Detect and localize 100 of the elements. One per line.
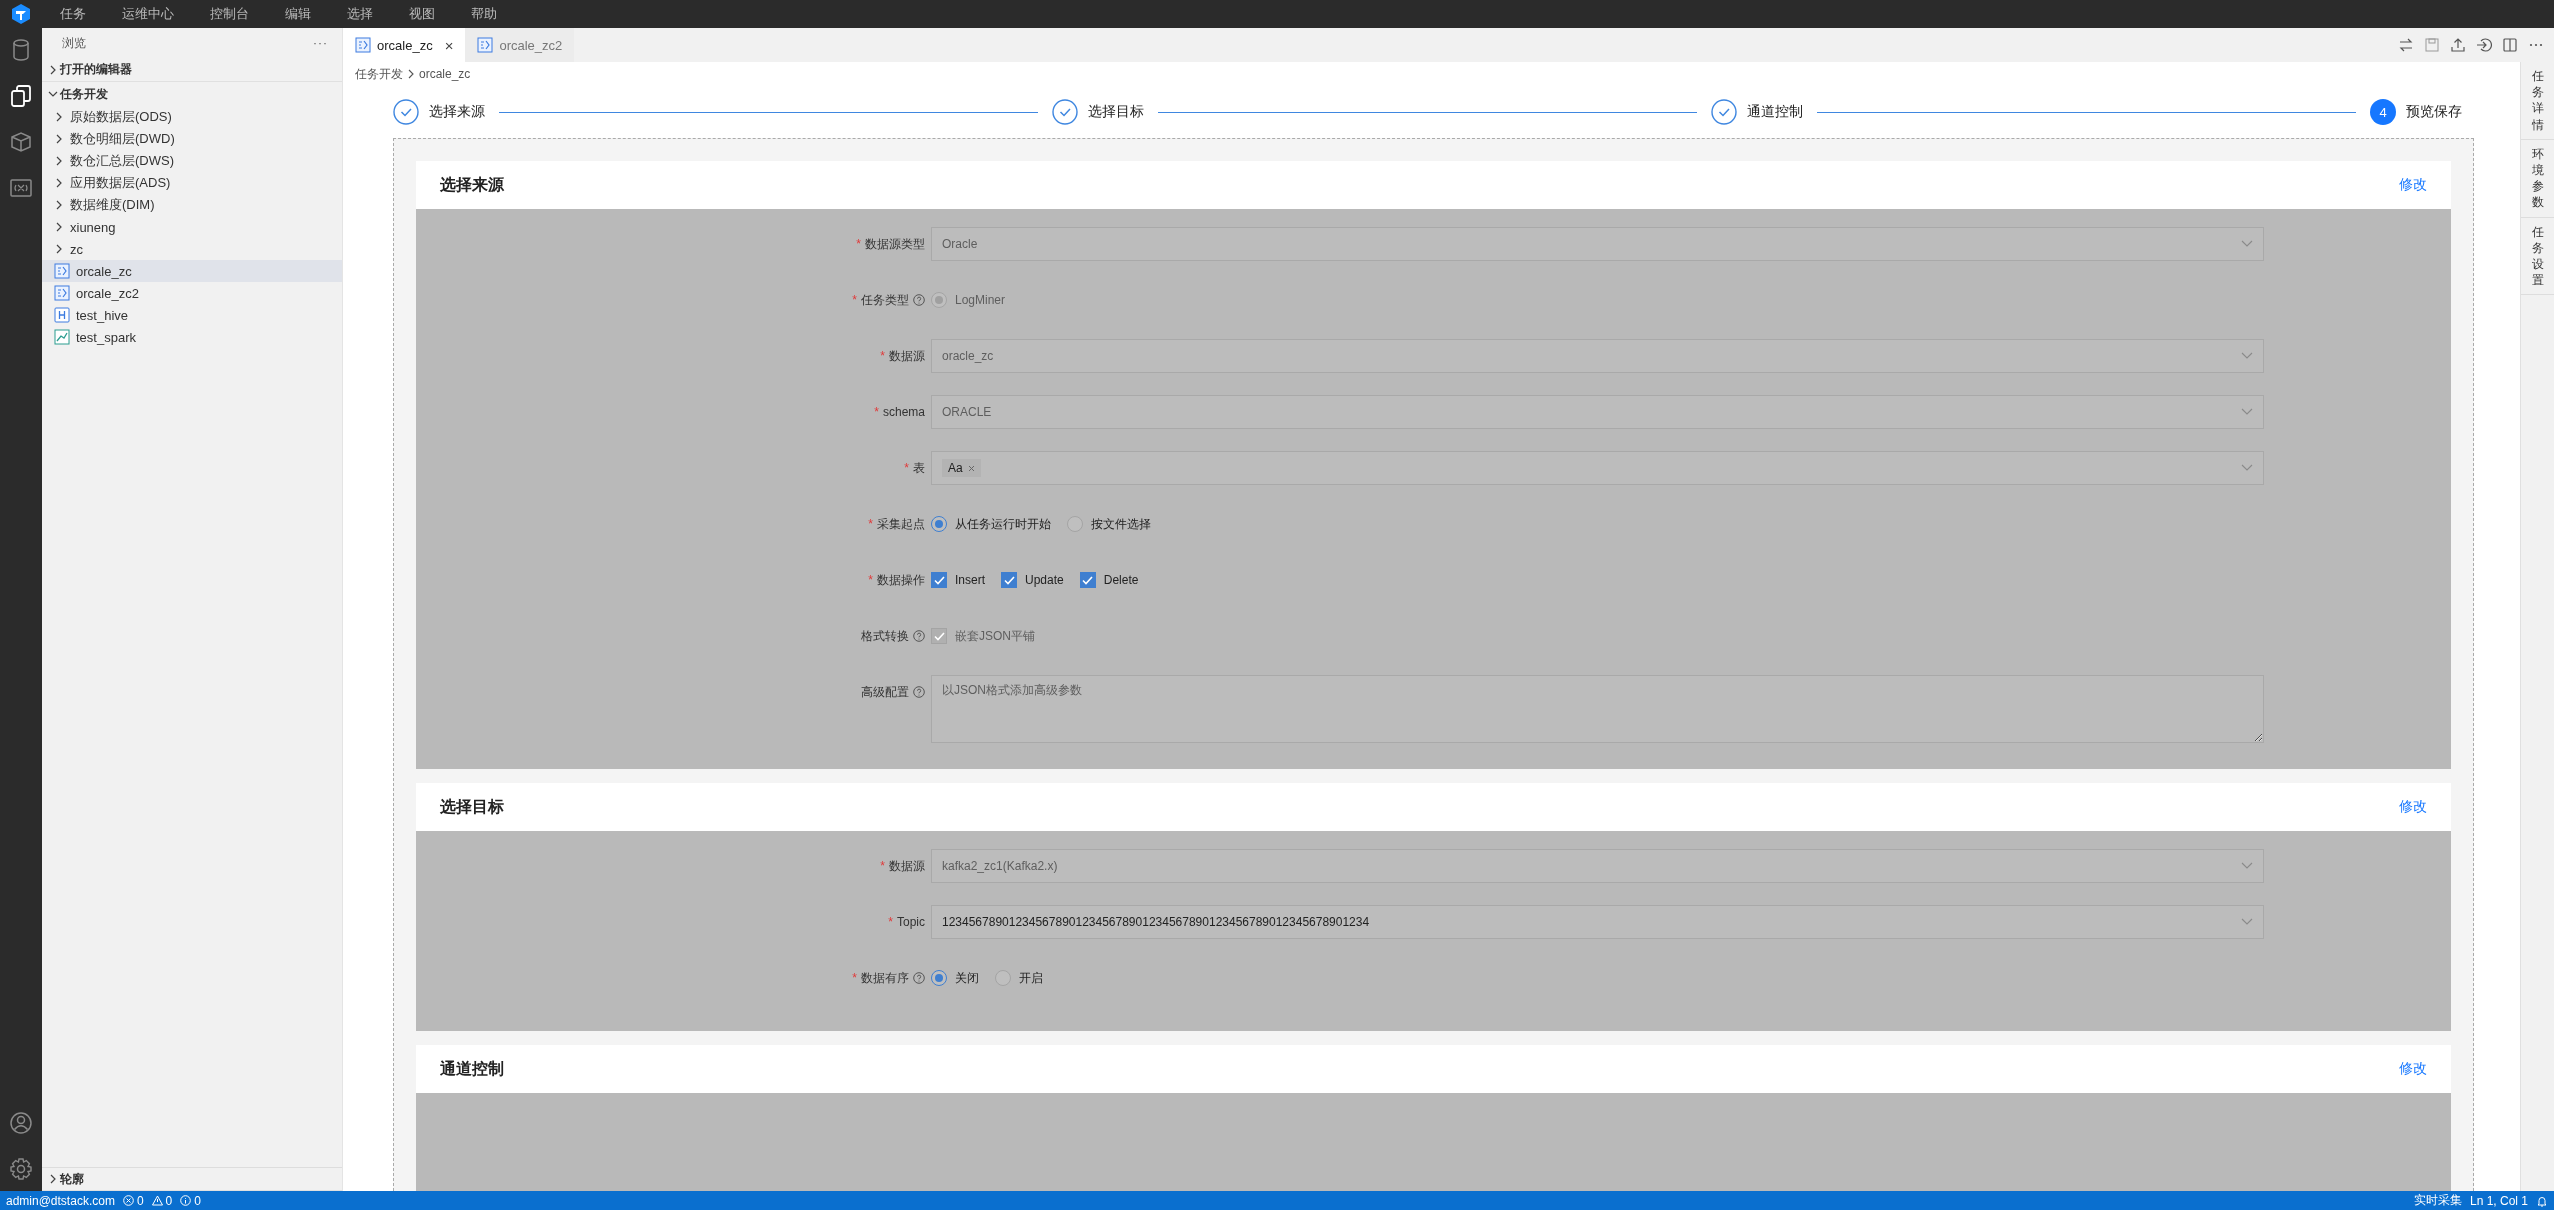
- dropdown-caret-icon: [2241, 464, 2253, 472]
- breadcrumb-item[interactable]: 任务开发: [355, 65, 403, 83]
- close-icon[interactable]: ×: [444, 36, 454, 54]
- logo-icon: [10, 3, 32, 25]
- chevron-icon[interactable]: [54, 156, 64, 166]
- more-button[interactable]: ···: [313, 36, 328, 50]
- menu-item[interactable]: 选择: [329, 5, 391, 23]
- radio-option[interactable]: 从任务运行时开始: [931, 515, 1051, 533]
- check-icon: [933, 631, 945, 641]
- section-header[interactable]: 任务开发: [60, 85, 108, 103]
- required-mark: *: [880, 859, 885, 873]
- tree-item[interactable]: zc: [42, 238, 342, 260]
- count: 0: [165, 1193, 173, 1208]
- checkbox-option[interactable]: Update: [1001, 572, 1064, 588]
- editor-tab[interactable]: orcale_zc2: [465, 28, 575, 62]
- radio-option[interactable]: 关闭: [931, 969, 979, 987]
- chevron-icon[interactable]: [54, 134, 64, 144]
- radio-option[interactable]: 按文件选择: [1067, 515, 1151, 533]
- settings-icon[interactable]: [9, 1157, 33, 1181]
- required-mark: *: [852, 971, 857, 985]
- account-icon[interactable]: [9, 1111, 33, 1135]
- split-view-icon[interactable]: [2502, 37, 2518, 53]
- field-label: 高级配置: [861, 683, 909, 701]
- status-mode: 实时采集: [2413, 1192, 2462, 1209]
- chevron-icon[interactable]: [48, 64, 58, 75]
- tree-item[interactable]: 数仓明细层(DWD): [42, 128, 342, 150]
- tree-item[interactable]: test_spark: [42, 326, 342, 348]
- field-label: 数据源: [889, 857, 925, 875]
- edit-link[interactable]: 修改: [2399, 798, 2427, 816]
- dropdown-caret-icon: [2241, 240, 2253, 248]
- chevron-icon[interactable]: [54, 222, 64, 232]
- section-title: 选择来源: [440, 174, 504, 195]
- menu-item[interactable]: 编辑: [267, 5, 329, 23]
- close-icon: [967, 464, 975, 472]
- required-mark: *: [874, 405, 879, 419]
- checkbox-option[interactable]: Insert: [931, 572, 985, 588]
- field-label: 数据源类型: [865, 235, 925, 253]
- step-number: 4: [2370, 99, 2396, 125]
- swap-icon[interactable]: [2398, 37, 2414, 53]
- dropdown-caret-icon: [2241, 862, 2253, 870]
- cube-icon[interactable]: [9, 130, 33, 154]
- tree-item[interactable]: xiuneng: [42, 216, 342, 238]
- step-label: 预览保存: [2406, 103, 2462, 121]
- warning-icon: [151, 1195, 163, 1206]
- tree-item[interactable]: orcale_zc: [42, 260, 342, 282]
- variable-icon[interactable]: [9, 176, 33, 200]
- field-label: Topic: [897, 915, 925, 929]
- bell-icon[interactable]: [2536, 1194, 2548, 1207]
- dropdown-caret-icon: [2241, 918, 2253, 926]
- upload-icon[interactable]: [2450, 37, 2466, 53]
- checkbox-option[interactable]: Delete: [1079, 572, 1139, 588]
- chevron-icon[interactable]: [48, 1174, 58, 1184]
- tree-item[interactable]: 数据维度(DIM): [42, 194, 342, 216]
- step-label: 通道控制: [1747, 103, 1803, 121]
- error-icon: [122, 1195, 134, 1206]
- section-title: 选择目标: [440, 796, 504, 817]
- chevron-icon[interactable]: [48, 89, 58, 99]
- chevron-icon[interactable]: [54, 112, 64, 122]
- chevron-icon[interactable]: [54, 178, 64, 188]
- select-field[interactable]: Aa: [931, 451, 2264, 485]
- sidebar-title: 浏览: [62, 34, 86, 52]
- tag[interactable]: Aa: [942, 459, 981, 477]
- files-icon[interactable]: [9, 84, 33, 108]
- tree-item[interactable]: orcale_zc2: [42, 282, 342, 304]
- tree-item[interactable]: test_hive: [42, 304, 342, 326]
- menu-item[interactable]: 运维中心: [104, 5, 192, 23]
- stream-file-icon: [54, 285, 70, 301]
- sign-in-icon[interactable]: [2476, 37, 2492, 53]
- side-tab[interactable]: 环境参数: [2521, 139, 2554, 218]
- required-mark: *: [904, 461, 909, 475]
- chevron-icon[interactable]: [54, 200, 64, 210]
- tree-item[interactable]: 原始数据层(ODS): [42, 106, 342, 128]
- cursor-position[interactable]: Ln 1, Col 1: [2469, 1193, 2528, 1208]
- count: 0: [194, 1193, 201, 1208]
- required-mark: *: [888, 915, 893, 929]
- tree-item[interactable]: 数仓汇总层(DWS): [42, 150, 342, 172]
- tree-item[interactable]: 应用数据层(ADS): [42, 172, 342, 194]
- field-label: 任务类型: [861, 291, 909, 309]
- breadcrumb-item[interactable]: orcale_zc: [419, 67, 471, 81]
- menu-item[interactable]: 任务: [42, 5, 104, 23]
- menu-item[interactable]: 视图: [391, 5, 453, 23]
- hive-file-icon: [54, 307, 70, 323]
- section-title: 通道控制: [440, 1058, 504, 1079]
- side-tab[interactable]: 任务详情: [2521, 62, 2554, 140]
- side-tab[interactable]: 任务设置: [2521, 217, 2554, 296]
- chevron-icon[interactable]: [54, 244, 64, 254]
- required-mark: *: [868, 517, 873, 531]
- radio-option[interactable]: 开启: [995, 969, 1043, 987]
- required-mark: *: [868, 573, 873, 587]
- editor-tab[interactable]: orcale_zc ×: [343, 28, 466, 62]
- user-account[interactable]: admin@dtstack.com: [6, 1193, 115, 1208]
- menu-item[interactable]: 帮助: [453, 5, 515, 23]
- section-header[interactable]: 打开的编辑器: [60, 61, 132, 78]
- edit-link[interactable]: 修改: [2399, 1060, 2427, 1078]
- edit-link[interactable]: 修改: [2399, 176, 2427, 194]
- section-header[interactable]: 轮廓: [60, 1170, 84, 1188]
- field-label: 采集起点: [877, 515, 925, 533]
- menu-item[interactable]: 控制台: [192, 5, 267, 23]
- dropdown-caret-icon: [2241, 408, 2253, 416]
- select-field[interactable]: 1234567890123456789012345678901234567890123456789012345678901234: [931, 905, 2264, 939]
